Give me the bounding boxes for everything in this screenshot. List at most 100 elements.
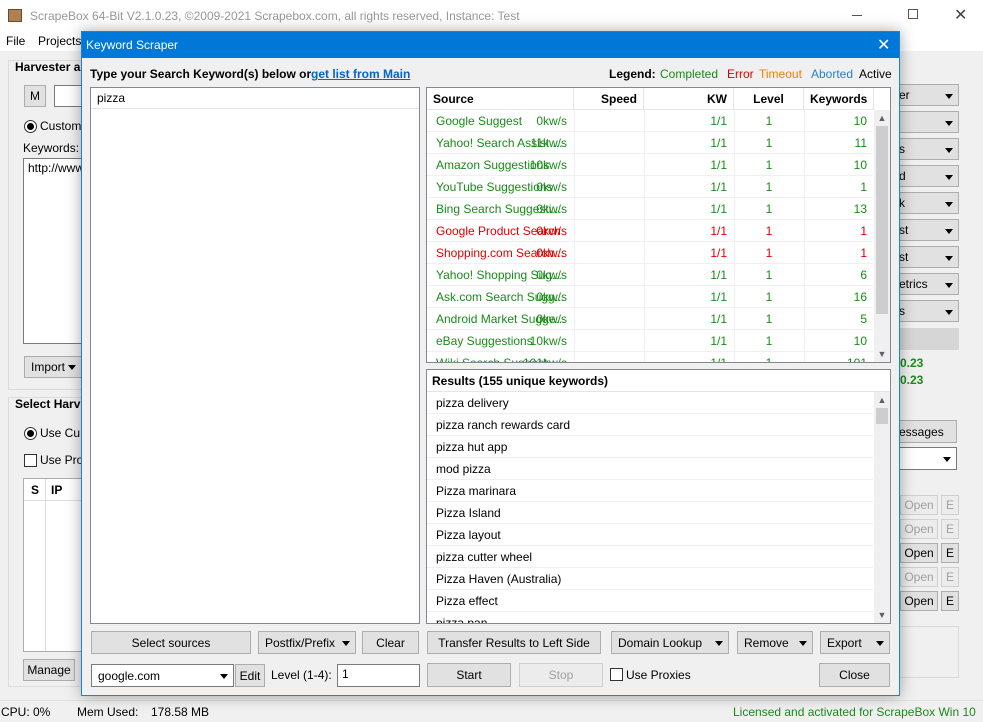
start-button[interactable]: Start — [427, 663, 511, 687]
sources-grid[interactable]: Source Speed KW Level Keywords Google Su… — [426, 87, 891, 363]
source-row[interactable]: Google Product Search 0kw/s 1/1 1 1 — [427, 220, 873, 242]
messages-button[interactable]: essages — [895, 420, 957, 443]
right-stat-1: 0.23 — [900, 356, 924, 370]
col-level[interactable]: Level — [734, 88, 804, 110]
col-kw[interactable]: KW — [644, 88, 734, 110]
sources-scroll-thumb[interactable] — [876, 126, 888, 314]
dialog-close-icon[interactable]: ✕ — [877, 35, 890, 55]
source-row[interactable]: Amazon Suggestions 10kw/s 1/1 1 10 — [427, 154, 873, 176]
result-row[interactable]: Pizza Island — [427, 502, 873, 524]
right-combo-9[interactable]: s — [895, 300, 959, 322]
remove-combo[interactable]: Remove — [737, 631, 813, 654]
right-combo-5[interactable]: k — [895, 192, 959, 214]
e-button-5[interactable]: E — [941, 591, 959, 611]
manage-button[interactable]: Manage — [23, 659, 75, 681]
e-button-1[interactable]: E — [941, 495, 959, 515]
open-button-4[interactable]: Open — [900, 567, 938, 587]
clear-button[interactable]: Clear — [362, 631, 419, 654]
column-divider — [734, 198, 735, 220]
open-button-5[interactable]: Open — [900, 591, 938, 611]
proxy-grid[interactable]: S IP — [23, 478, 83, 652]
column-divider — [574, 110, 575, 132]
e-button-3[interactable]: E — [941, 543, 959, 563]
source-row[interactable]: eBay Suggestions 10kw/s 1/1 1 10 — [427, 330, 873, 352]
edit-button[interactable]: Edit — [235, 664, 265, 687]
e-button-2[interactable]: E — [941, 519, 959, 539]
domain-lookup-combo[interactable]: Domain Lookup — [611, 631, 729, 654]
col-keywords[interactable]: Keywords — [804, 88, 874, 110]
results-grid[interactable]: Results (155 unique keywords) pizza deli… — [426, 369, 891, 624]
maximize-icon[interactable] — [908, 9, 918, 19]
level-input[interactable]: 1 — [337, 664, 420, 687]
source-kw: 1/1 — [710, 224, 727, 238]
source-row[interactable]: Android Market Sugge... 0kw/s 1/1 1 5 — [427, 308, 873, 330]
result-row[interactable]: Pizza effect — [427, 590, 873, 612]
column-divider — [804, 286, 805, 308]
right-combo-6[interactable]: st — [895, 219, 959, 241]
search-engine-select[interactable]: google.com — [91, 664, 234, 687]
source-row[interactable]: YouTube Suggestions 0kw/s 1/1 1 1 — [427, 176, 873, 198]
close-main-icon[interactable]: ✕ — [954, 5, 967, 25]
scroll-down-icon[interactable]: ▼ — [874, 346, 890, 362]
right-select-combo[interactable] — [895, 447, 957, 470]
result-row[interactable]: Pizza Haven (Australia) — [427, 568, 873, 590]
source-row[interactable]: Google Suggest 0kw/s 1/1 1 10 — [427, 110, 873, 132]
source-kw: 1/1 — [710, 312, 727, 326]
import-combo[interactable]: Import — [24, 356, 82, 378]
scroll-up-icon[interactable]: ▲ — [874, 110, 890, 126]
col-speed[interactable]: Speed — [574, 88, 644, 110]
open-button-1[interactable]: Open — [900, 495, 938, 515]
result-row[interactable]: Pizza layout — [427, 524, 873, 546]
results-scroll-up-icon[interactable]: ▲ — [874, 392, 890, 408]
source-row[interactable]: Wiki Search Suggest...101kw/s1/11101 — [427, 352, 873, 362]
e-button-4[interactable]: E — [941, 567, 959, 587]
source-keywords: 1 — [860, 246, 867, 260]
get-list-link[interactable]: get list from Main — [311, 67, 410, 81]
harvester-input[interactable] — [54, 85, 84, 107]
open-button-3[interactable]: Open — [900, 543, 938, 563]
select-sources-button[interactable]: Select sources — [91, 631, 251, 654]
open-button-2[interactable]: Open — [900, 519, 938, 539]
use-proxies-checkbox[interactable] — [610, 668, 623, 681]
result-row[interactable]: pizza hut app — [427, 436, 873, 458]
results-scroll-down-icon[interactable]: ▼ — [874, 607, 890, 623]
right-combo-3[interactable]: s — [895, 138, 959, 160]
sources-scrollbar[interactable]: ▲ ▼ — [874, 110, 890, 362]
result-row[interactable]: pizza pan — [427, 612, 873, 623]
source-row[interactable]: Ask.com Search Sugg... 0kw/s 1/1 1 16 — [427, 286, 873, 308]
right-combo-2[interactable] — [895, 111, 959, 133]
result-row[interactable]: Pizza marinara — [427, 480, 873, 502]
result-row[interactable]: pizza ranch rewards card — [427, 414, 873, 436]
keywords-textarea[interactable]: http://www — [23, 158, 84, 344]
result-keyword: pizza hut app — [436, 440, 508, 454]
source-row[interactable]: Yahoo! Shopping Sug... 0kw/s 1/1 1 6 — [427, 264, 873, 286]
stop-button[interactable]: Stop — [519, 663, 603, 687]
export-combo[interactable]: Export — [820, 631, 890, 654]
postfix-prefix-combo[interactable]: Postfix/Prefix — [258, 631, 356, 654]
right-combo-1[interactable]: er — [895, 84, 959, 106]
keywords-label: Keywords: — [23, 141, 80, 155]
result-row[interactable]: pizza cutter wheel — [427, 546, 873, 568]
results-scrollbar[interactable]: ▲ ▼ — [874, 392, 890, 623]
custom-radio[interactable] — [24, 120, 37, 133]
source-row[interactable]: Yahoo! Search Assist ... 11kw/s 1/1 1 11 — [427, 132, 873, 154]
use-proxies-main-checkbox[interactable] — [24, 454, 37, 467]
m-button[interactable]: M — [24, 85, 46, 107]
use-custom-radio[interactable] — [24, 427, 37, 440]
right-combo-4[interactable]: d — [895, 165, 959, 187]
transfer-results-button[interactable]: Transfer Results to Left Side — [427, 631, 601, 654]
close-button[interactable]: Close — [819, 663, 890, 687]
menu-projects[interactable]: Projects — [38, 34, 81, 48]
search-keywords-textarea[interactable]: pizza — [90, 87, 420, 624]
menu-file[interactable]: File — [6, 34, 25, 48]
col-source[interactable]: Source — [427, 88, 574, 110]
right-combo-8[interactable]: etrics — [895, 273, 959, 295]
source-level: 1 — [765, 312, 773, 326]
minimize-icon[interactable] — [852, 15, 862, 16]
source-row[interactable]: Bing Search Suggesti... 0kw/s 1/1 1 13 — [427, 198, 873, 220]
result-row[interactable]: mod pizza — [427, 458, 873, 480]
results-scroll-thumb[interactable] — [876, 408, 888, 424]
result-row[interactable]: pizza delivery — [427, 392, 873, 414]
source-row[interactable]: Shopping.com Search... 0kw/s 1/1 1 1 — [427, 242, 873, 264]
right-combo-7[interactable]: st — [895, 246, 959, 268]
